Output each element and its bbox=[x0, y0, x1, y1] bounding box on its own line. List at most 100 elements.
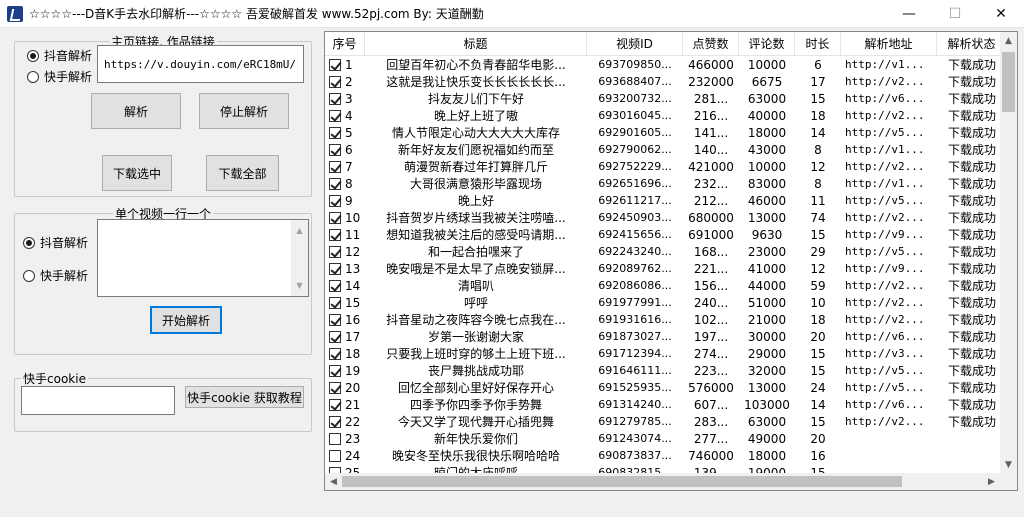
radio-kuaishou-homepage[interactable]: 快手解析 bbox=[27, 68, 92, 85]
row-checkbox[interactable] bbox=[329, 58, 341, 71]
parse-button[interactable]: 解析 bbox=[91, 93, 181, 129]
cell-parse-status: 下载成功 bbox=[947, 296, 996, 310]
table-row[interactable]: 13 晚安哦是不是太早了点晚安锁屏... 692089762... 221... 410… bbox=[325, 260, 1007, 277]
row-checkbox[interactable] bbox=[329, 109, 341, 122]
scroll-up-icon[interactable]: ▲ bbox=[1000, 32, 1017, 49]
row-checkbox[interactable] bbox=[329, 126, 341, 139]
cell-index: 22 bbox=[325, 413, 365, 430]
scroll-up-icon[interactable]: ▲ bbox=[291, 222, 308, 239]
table-row[interactable]: 22 今天又学了现代舞开心插兜舞 691279785... 283... 63000 15… bbox=[325, 413, 1007, 430]
minimize-button[interactable]: — bbox=[886, 0, 932, 28]
row-number: 9 bbox=[345, 193, 353, 208]
cell-parse-url: http://v5... bbox=[845, 245, 925, 258]
row-checkbox[interactable] bbox=[329, 177, 341, 190]
results-table[interactable]: 序号 标题 视频ID 点赞数 评论数 时长 解析地址 解析状态 1 回望百年初心不… bbox=[324, 31, 1018, 491]
table-row[interactable]: 9 晚上好 692611217... 212... 46000 11 http://v5..… bbox=[325, 192, 1007, 209]
table-row[interactable]: 24 晚安冬至快乐我很快乐啊哈哈哈 690873837... 746000 18000 1… bbox=[325, 447, 1007, 464]
table-row[interactable]: 19 丧尸舞挑战成功耶 691646111... 223... 32000 15 http:… bbox=[325, 362, 1007, 379]
table-row[interactable]: 20 回忆全部刻心里好好保存开心 691525935... 576000 13000 24… bbox=[325, 379, 1007, 396]
cell-duration: 15 bbox=[810, 227, 826, 242]
cell-duration: 10 bbox=[810, 295, 826, 310]
scroll-down-icon[interactable]: ▼ bbox=[1000, 456, 1017, 473]
scroll-right-icon[interactable]: ▶ bbox=[983, 473, 1000, 490]
stop-parse-button[interactable]: 停止解析 bbox=[199, 93, 289, 129]
cell-video-id: 691873027... bbox=[598, 330, 672, 343]
scroll-left-icon[interactable]: ◀ bbox=[325, 473, 342, 490]
url-input[interactable]: https://v.douyin.com/eRC18mU/ bbox=[97, 45, 304, 83]
row-checkbox[interactable] bbox=[329, 296, 341, 309]
column-header-index[interactable]: 序号 bbox=[325, 32, 365, 56]
column-header-title[interactable]: 标题 bbox=[365, 32, 587, 56]
maximize-button[interactable]: ☐ bbox=[932, 0, 978, 28]
table-row[interactable]: 15 呼呼 691977991... 240... 51000 10 http://v2..… bbox=[325, 294, 1007, 311]
row-checkbox[interactable] bbox=[329, 449, 341, 462]
row-checkbox[interactable] bbox=[329, 313, 341, 326]
cell-parse-url bbox=[841, 430, 937, 447]
table-row[interactable]: 16 抖音星动之夜阵容今晚七点我在... 691931616... 102... 210… bbox=[325, 311, 1007, 328]
table-row[interactable]: 18 只要我上班时穿的够土上班下班... 691712394... 274... 290… bbox=[325, 345, 1007, 362]
radio-indicator[interactable] bbox=[23, 269, 35, 282]
cell-parse-url: http://v5... bbox=[845, 381, 925, 394]
column-header-video-id[interactable]: 视频ID bbox=[587, 32, 683, 56]
vertical-scroll-thumb[interactable] bbox=[1002, 52, 1015, 112]
radio-kuaishou-single[interactable]: 快手解析 bbox=[23, 267, 88, 284]
row-checkbox[interactable] bbox=[329, 75, 341, 88]
scroll-down-icon[interactable]: ▼ bbox=[291, 277, 308, 294]
row-checkbox[interactable] bbox=[329, 245, 341, 258]
download-all-button[interactable]: 下载全部 bbox=[206, 155, 279, 191]
cell-index: 3 bbox=[325, 90, 365, 107]
table-row[interactable]: 11 想知道我被关注后的感受吗请期... 692415656... 691000 963… bbox=[325, 226, 1007, 243]
row-checkbox[interactable] bbox=[329, 228, 341, 241]
table-row[interactable]: 4 晚上好上班了嗷 693016045... 216... 40000 18 http://… bbox=[325, 107, 1007, 124]
row-checkbox[interactable] bbox=[329, 330, 341, 343]
column-header-likes[interactable]: 点赞数 bbox=[683, 32, 739, 56]
table-row[interactable]: 1 回望百年初心不负青春韶华电影... 693709850... 466000 1000… bbox=[325, 56, 1007, 73]
row-checkbox[interactable] bbox=[329, 160, 341, 173]
start-parse-button[interactable]: 开始解析 bbox=[150, 306, 222, 334]
table-row[interactable]: 23 新年快乐爱你们 691243074... 277... 49000 20 bbox=[325, 430, 1007, 447]
radio-indicator[interactable] bbox=[23, 236, 35, 249]
column-header-duration[interactable]: 时长 bbox=[795, 32, 841, 56]
textarea-scrollbar[interactable]: ▲ ▼ bbox=[291, 220, 308, 296]
table-row[interactable]: 2 这就是我让快乐变长长长长长长... 693688407... 232000 6675… bbox=[325, 73, 1007, 90]
row-checkbox[interactable] bbox=[329, 279, 341, 292]
row-checkbox[interactable] bbox=[329, 381, 341, 394]
close-button[interactable]: ✕ bbox=[978, 0, 1024, 28]
column-header-comments[interactable]: 评论数 bbox=[739, 32, 795, 56]
row-checkbox[interactable] bbox=[329, 415, 341, 428]
video-links-textarea[interactable]: ▲ ▼ bbox=[97, 219, 309, 297]
row-checkbox[interactable] bbox=[329, 364, 341, 377]
cookie-tutorial-button[interactable]: 快手cookie 获取教程 bbox=[185, 386, 304, 408]
horizontal-scroll-thumb[interactable] bbox=[342, 476, 902, 487]
row-checkbox[interactable] bbox=[329, 194, 341, 207]
cell-duration: 59 bbox=[810, 278, 826, 293]
row-checkbox[interactable] bbox=[329, 347, 341, 360]
row-checkbox[interactable] bbox=[329, 211, 341, 224]
table-row[interactable]: 17 岁第一张谢谢大家 691873027... 197... 30000 20 http:… bbox=[325, 328, 1007, 345]
column-header-parse-status[interactable]: 解析状态 bbox=[937, 32, 1007, 56]
radio-douyin-homepage[interactable]: 抖音解析 bbox=[27, 47, 92, 64]
row-checkbox[interactable] bbox=[329, 398, 341, 411]
row-checkbox[interactable] bbox=[329, 262, 341, 275]
row-checkbox[interactable] bbox=[329, 432, 341, 445]
cookie-input[interactable] bbox=[21, 386, 175, 415]
table-row[interactable]: 8 大哥很满意猿形毕露现场 692651696... 232... 83000 8 http… bbox=[325, 175, 1007, 192]
table-row[interactable]: 6 新年好友友们愿祝福如约而至 692790062... 140... 43000 8 ht… bbox=[325, 141, 1007, 158]
table-row[interactable]: 12 和一起合拍嘿来了 692243240... 168... 23000 29 http:… bbox=[325, 243, 1007, 260]
row-checkbox[interactable] bbox=[329, 92, 341, 105]
radio-indicator[interactable] bbox=[27, 49, 39, 62]
table-row[interactable]: 21 四季予你四季予你手势舞 691314240... 607... 103000 14 h… bbox=[325, 396, 1007, 413]
table-row[interactable]: 10 抖音贺岁片绣球当我被关注唠嗑... 692450903... 680000 130… bbox=[325, 209, 1007, 226]
row-checkbox[interactable] bbox=[329, 143, 341, 156]
cell-likes: 680000 bbox=[688, 210, 734, 225]
table-row[interactable]: 5 情人节限定心动大大大大大库存 692901605... 141... 18000 14… bbox=[325, 124, 1007, 141]
radio-douyin-single[interactable]: 抖音解析 bbox=[23, 234, 88, 251]
download-selected-button[interactable]: 下载选中 bbox=[102, 155, 172, 191]
table-vertical-scrollbar[interactable]: ▲ ▼ bbox=[1000, 32, 1017, 473]
table-horizontal-scrollbar[interactable]: ◀ ▶ bbox=[325, 473, 1000, 490]
table-row[interactable]: 3 抖友友儿们下午好 693200732... 281... 63000 15 http:/… bbox=[325, 90, 1007, 107]
column-header-parse-url[interactable]: 解析地址 bbox=[841, 32, 937, 56]
table-row[interactable]: 14 清唱叭 692086086... 156... 44000 59 http://v2.… bbox=[325, 277, 1007, 294]
table-row[interactable]: 7 萌漫贺新春过年打算胖几斤 692752229... 421000 10000 12 ht… bbox=[325, 158, 1007, 175]
radio-indicator[interactable] bbox=[27, 70, 39, 83]
